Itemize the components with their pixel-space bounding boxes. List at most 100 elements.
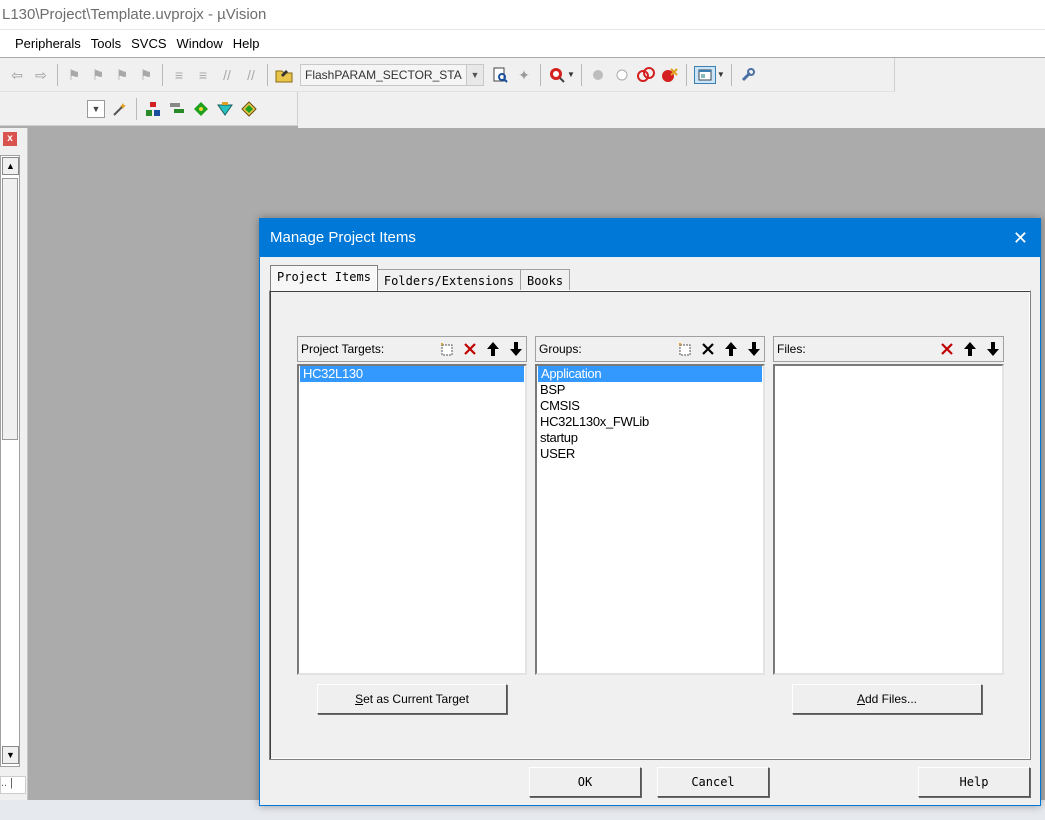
dialog-tab-strip: Project Items Folders/Extensions Books	[270, 265, 571, 291]
breakpoint-disable-all-icon[interactable]	[636, 66, 655, 84]
indent-icon[interactable]: ≡	[170, 66, 188, 84]
list-item[interactable]: USER	[537, 446, 763, 462]
project-panel-scrollbar[interactable]: ▲ ▼	[0, 155, 20, 767]
define-combo[interactable]: FlashPARAM_SECTOR_STA ▼	[300, 63, 484, 86]
toolbar-separator	[730, 63, 732, 86]
chevron-down-icon[interactable]: ▼	[567, 70, 575, 79]
green-diamond-icon[interactable]	[192, 100, 210, 118]
close-icon[interactable]: ✕	[1013, 219, 1028, 257]
menu-peripherals[interactable]: Peripherals	[10, 30, 86, 57]
groups-box: Groups: Application BSP CMSIS HC32L130x_…	[535, 336, 765, 681]
main-toolbar: ⇦ ⇨ ⚑ ⚑ ⚑ ⚑ ≡ ≡ // // FlashPARAM_SECTOR_…	[0, 58, 895, 92]
window-title-bar: L130\Project\Template.uvprojx - µVision	[0, 0, 1045, 30]
dialog-title: Manage Project Items	[270, 229, 416, 246]
comment-icon[interactable]: //	[218, 66, 236, 84]
button-accelerator: S	[355, 692, 364, 706]
scrollbar-thumb[interactable]	[2, 178, 18, 440]
pack-installer-icon[interactable]	[216, 100, 234, 118]
breakpoint-kill-all-icon[interactable]	[661, 66, 679, 84]
breakpoint-insert-icon[interactable]	[589, 66, 607, 84]
bookmark-toggle-icon[interactable]: ⚑	[65, 66, 83, 84]
breakpoint-enable-icon[interactable]	[613, 66, 631, 84]
toolbar-separator	[540, 63, 541, 86]
groups-header: Groups:	[535, 336, 765, 362]
chevron-down-icon[interactable]: ▼	[87, 99, 105, 118]
window-layout-icon[interactable]	[693, 65, 716, 84]
project-targets-label: Project Targets:	[301, 342, 385, 356]
chevron-down-icon[interactable]: ▼	[717, 70, 725, 79]
move-up-icon[interactable]	[483, 339, 503, 359]
toolbar-background	[298, 92, 1045, 128]
chevron-down-icon[interactable]: ▼	[466, 64, 483, 85]
toolbar-separator	[685, 63, 687, 86]
menu-bar: Peripherals Tools SVCS Window Help	[0, 30, 1045, 57]
list-item[interactable]: HC32L130x_FWLib	[537, 414, 763, 430]
bookmark-previous-icon[interactable]: ⚑	[89, 66, 107, 84]
new-item-icon[interactable]	[437, 339, 457, 359]
button-accelerator: A	[856, 692, 865, 706]
delete-icon[interactable]	[460, 339, 480, 359]
tab-project-items[interactable]: Project Items	[270, 265, 378, 291]
scroll-down-icon[interactable]: ▼	[2, 746, 19, 764]
navigate-forward-icon[interactable]: ⇨	[32, 66, 50, 84]
find-in-files-icon[interactable]	[275, 66, 293, 84]
delete-icon[interactable]	[937, 339, 957, 359]
groups-label: Groups:	[539, 342, 582, 356]
menu-svcs[interactable]: SVCS	[126, 30, 171, 57]
tab-folders-extensions[interactable]: Folders/Extensions	[376, 269, 521, 291]
wizard-icon[interactable]: ✦	[515, 66, 533, 84]
select-packs-icon[interactable]	[168, 100, 186, 118]
list-item[interactable]: startup	[537, 430, 763, 446]
list-item[interactable]: BSP	[537, 382, 763, 398]
bookmark-clear-icon[interactable]: ⚑	[137, 66, 155, 84]
component-manager-icon[interactable]	[240, 100, 258, 118]
project-targets-list[interactable]: HC32L130	[297, 364, 527, 675]
toolbar-separator	[162, 63, 163, 86]
new-item-icon[interactable]	[675, 339, 695, 359]
move-up-icon[interactable]	[960, 339, 980, 359]
configuration-wrench-icon[interactable]	[739, 66, 757, 84]
files-box: Files:	[773, 336, 1004, 681]
toolbar-separator	[580, 63, 582, 86]
manage-project-items-dialog: Manage Project Items ✕ Project Items Fol…	[259, 218, 1041, 806]
delete-icon[interactable]	[698, 339, 718, 359]
target-options-wand-icon[interactable]	[111, 100, 129, 118]
groups-list[interactable]: Application BSP CMSIS HC32L130x_FWLib st…	[535, 364, 765, 675]
menu-tools[interactable]: Tools	[86, 30, 126, 57]
toolbar-separator	[57, 63, 58, 86]
move-down-icon[interactable]	[506, 339, 526, 359]
list-item[interactable]: HC32L130	[300, 366, 524, 382]
scroll-up-icon[interactable]: ▲	[2, 157, 19, 175]
list-item[interactable]: Application	[538, 366, 762, 382]
move-up-icon[interactable]	[721, 339, 741, 359]
window-title: L130\Project\Template.uvprojx - µVision	[2, 6, 267, 23]
files-list[interactable]	[773, 364, 1004, 675]
move-down-icon[interactable]	[744, 339, 764, 359]
help-button[interactable]: Help	[918, 767, 1030, 797]
build-toolbar: ▼	[0, 92, 298, 126]
files-header: Files:	[773, 336, 1004, 362]
toolbar-separator	[267, 63, 268, 86]
project-targets-box: Project Targets: HC32L130	[297, 336, 527, 681]
menu-help[interactable]: Help	[228, 30, 265, 57]
list-item[interactable]: CMSIS	[537, 398, 763, 414]
incremental-find-icon[interactable]	[491, 66, 509, 84]
bookmark-next-icon[interactable]: ⚑	[113, 66, 131, 84]
unindent-icon[interactable]: ≡	[194, 66, 212, 84]
files-label: Files:	[777, 342, 806, 356]
menu-window[interactable]: Window	[172, 30, 228, 57]
navigate-back-icon[interactable]: ⇦	[8, 66, 26, 84]
define-combo-value: FlashPARAM_SECTOR_STA	[305, 67, 462, 82]
add-files-button[interactable]: Add Files...	[792, 684, 982, 714]
uncomment-icon[interactable]: //	[242, 66, 260, 84]
debug-session-icon[interactable]	[548, 66, 566, 84]
tab-books[interactable]: Books	[519, 269, 571, 291]
cancel-button[interactable]: Cancel	[657, 767, 769, 797]
ok-button[interactable]: OK	[529, 767, 641, 797]
move-down-icon[interactable]	[983, 339, 1003, 359]
manage-project-items-icon[interactable]	[144, 100, 162, 118]
dialog-title-bar[interactable]: Manage Project Items	[260, 219, 1040, 257]
close-icon[interactable]: x	[3, 132, 17, 146]
panel-tab-overflow[interactable]: .. |	[0, 776, 26, 794]
set-as-current-target-button[interactable]: Set as Current Target	[317, 684, 507, 714]
